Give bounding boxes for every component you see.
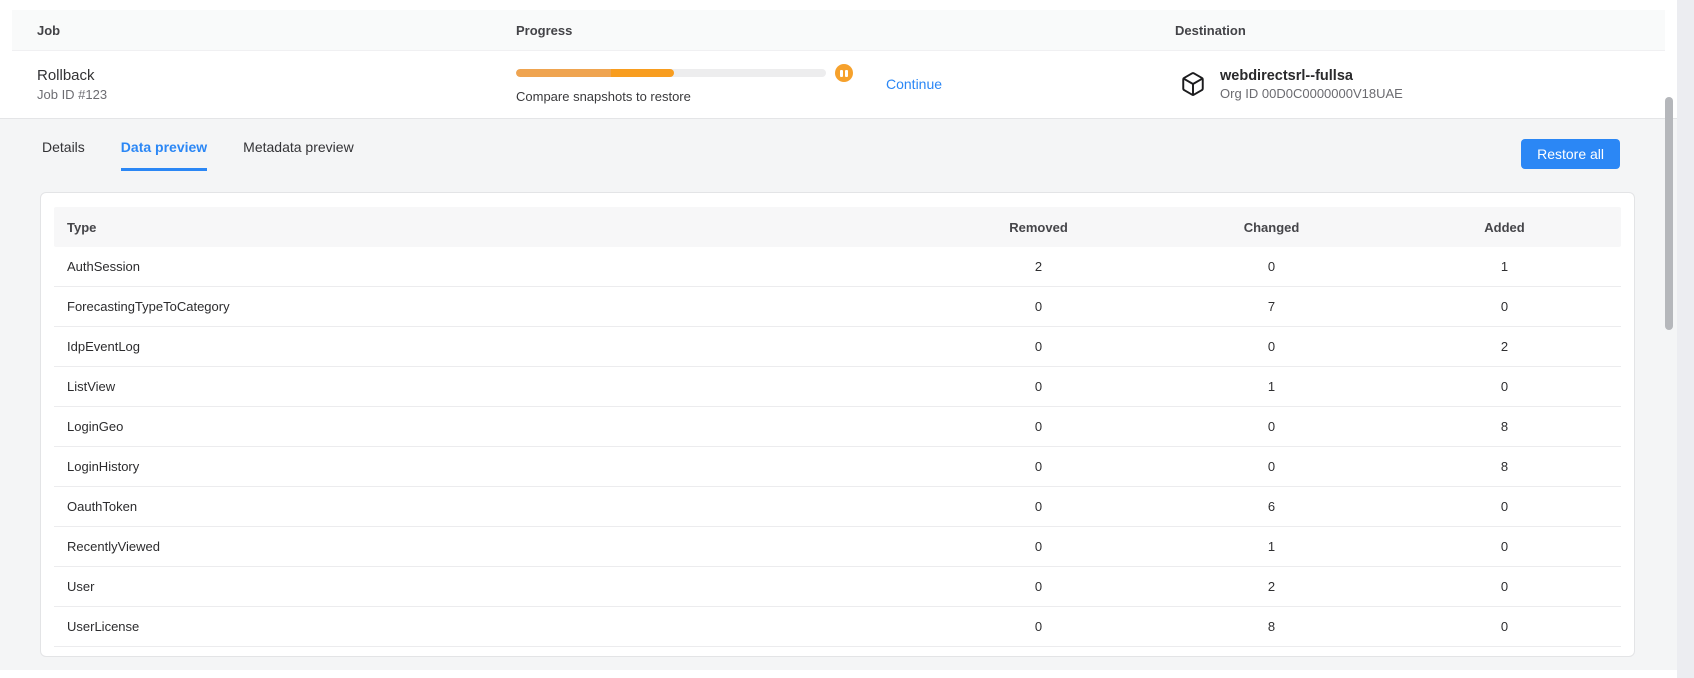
cell-added: 8 xyxy=(1388,419,1621,434)
cell-removed: 0 xyxy=(922,499,1155,514)
cell-type: IdpEventLog xyxy=(54,339,922,354)
table-row: LoginGeo 0 0 8 xyxy=(54,407,1621,447)
job-name: Rollback xyxy=(37,67,516,84)
cell-changed: 0 xyxy=(1155,419,1388,434)
destination-org-name: webdirectsrl--fullsa xyxy=(1220,68,1403,84)
cell-removed: 0 xyxy=(922,379,1155,394)
progress-bar-fill xyxy=(516,69,674,77)
progress-cell: Compare snapshots to restore Continue xyxy=(516,51,1175,117)
column-header-added: Added xyxy=(1388,220,1621,235)
cell-removed: 0 xyxy=(922,579,1155,594)
scrollbar-thumb[interactable] xyxy=(1665,97,1673,330)
cell-type: LoginGeo xyxy=(54,419,922,434)
column-header-removed: Removed xyxy=(922,220,1155,235)
cell-changed: 0 xyxy=(1155,259,1388,274)
scrollbar-rail xyxy=(1677,0,1694,678)
cell-added: 8 xyxy=(1388,459,1621,474)
cell-added: 2 xyxy=(1388,339,1621,354)
destination-cell: webdirectsrl--fullsa Org ID 00D0C0000000… xyxy=(1175,68,1665,101)
cell-type: ListView xyxy=(54,379,922,394)
table-row: IdpEventLog 0 0 2 xyxy=(54,327,1621,367)
package-cube-icon xyxy=(1180,71,1206,97)
cell-added: 0 xyxy=(1388,539,1621,554)
table-row: ListView 0 1 0 xyxy=(54,367,1621,407)
cell-changed: 6 xyxy=(1155,499,1388,514)
destination-org-id: Org ID 00D0C0000000V18UAE xyxy=(1220,86,1403,101)
data-preview-table-card: Type Removed Changed Added AuthSession 2… xyxy=(40,192,1635,657)
cell-changed: 1 xyxy=(1155,539,1388,554)
job-summary-content-row: Rollback Job ID #123 Compare snapshots t… xyxy=(12,51,1665,117)
table-row: User 0 2 0 xyxy=(54,567,1621,607)
progress-status-text: Compare snapshots to restore xyxy=(516,89,1175,104)
tabs-bar: Details Data preview Metadata preview Rest… xyxy=(0,119,1677,171)
job-cell: Rollback Job ID #123 xyxy=(37,67,516,102)
job-id: Job ID #123 xyxy=(37,87,516,102)
table-row: AuthSession 2 0 1 xyxy=(54,247,1621,287)
cell-changed: 8 xyxy=(1155,619,1388,634)
table-body: AuthSession 2 0 1 ForecastingTypeToCateg… xyxy=(54,247,1621,647)
progress-bar-row xyxy=(516,64,1175,82)
cell-type: UserLicense xyxy=(54,619,922,634)
tab-data-preview[interactable]: Data preview xyxy=(121,139,207,171)
job-column-label: Job xyxy=(37,23,516,38)
cell-type: User xyxy=(54,579,922,594)
column-header-type: Type xyxy=(54,220,922,235)
cell-changed: 0 xyxy=(1155,459,1388,474)
cell-added: 0 xyxy=(1388,579,1621,594)
table-row: UserLicense 0 8 0 xyxy=(54,607,1621,647)
restore-all-button[interactable]: Restore all xyxy=(1521,139,1620,169)
destination-text: webdirectsrl--fullsa Org ID 00D0C0000000… xyxy=(1220,68,1403,101)
table-row: ForecastingTypeToCategory 0 7 0 xyxy=(54,287,1621,327)
cell-added: 0 xyxy=(1388,619,1621,634)
progress-column-label: Progress xyxy=(516,23,1175,38)
cell-changed: 7 xyxy=(1155,299,1388,314)
cell-removed: 0 xyxy=(922,299,1155,314)
progress-bar xyxy=(516,69,826,77)
cell-type: AuthSession xyxy=(54,259,922,274)
cell-changed: 1 xyxy=(1155,379,1388,394)
job-summary-header-row: Job Progress Destination xyxy=(12,10,1665,51)
continue-link[interactable]: Continue xyxy=(886,76,942,92)
cell-removed: 0 xyxy=(922,419,1155,434)
column-header-changed: Changed xyxy=(1155,220,1388,235)
cell-changed: 0 xyxy=(1155,339,1388,354)
cell-added: 0 xyxy=(1388,379,1621,394)
tab-metadata-preview[interactable]: Metadata preview xyxy=(243,139,354,171)
cell-removed: 0 xyxy=(922,539,1155,554)
cell-added: 0 xyxy=(1388,299,1621,314)
bottom-panel-edge xyxy=(0,670,1677,678)
cell-removed: 0 xyxy=(922,339,1155,354)
table-row: LoginHistory 0 0 8 xyxy=(54,447,1621,487)
cell-removed: 0 xyxy=(922,619,1155,634)
cell-added: 1 xyxy=(1388,259,1621,274)
tab-details[interactable]: Details xyxy=(42,139,85,171)
table-row: RecentlyViewed 0 1 0 xyxy=(54,527,1621,567)
destination-column-label: Destination xyxy=(1175,23,1665,38)
cell-type: LoginHistory xyxy=(54,459,922,474)
cell-added: 0 xyxy=(1388,499,1621,514)
job-summary-panel: Job Progress Destination Rollback Job ID… xyxy=(12,10,1665,117)
pause-icon xyxy=(845,70,848,77)
cell-removed: 0 xyxy=(922,459,1155,474)
cell-removed: 2 xyxy=(922,259,1155,274)
cell-type: OauthToken xyxy=(54,499,922,514)
cell-type: RecentlyViewed xyxy=(54,539,922,554)
cell-changed: 2 xyxy=(1155,579,1388,594)
cell-type: ForecastingTypeToCategory xyxy=(54,299,922,314)
job-summary-section: Job Progress Destination Rollback Job ID… xyxy=(0,0,1677,119)
tabs: Details Data preview Metadata preview xyxy=(42,139,354,171)
pause-button[interactable] xyxy=(835,64,853,82)
pause-icon xyxy=(840,70,843,77)
table-header-row: Type Removed Changed Added xyxy=(54,207,1621,247)
table-row: OauthToken 0 6 0 xyxy=(54,487,1621,527)
